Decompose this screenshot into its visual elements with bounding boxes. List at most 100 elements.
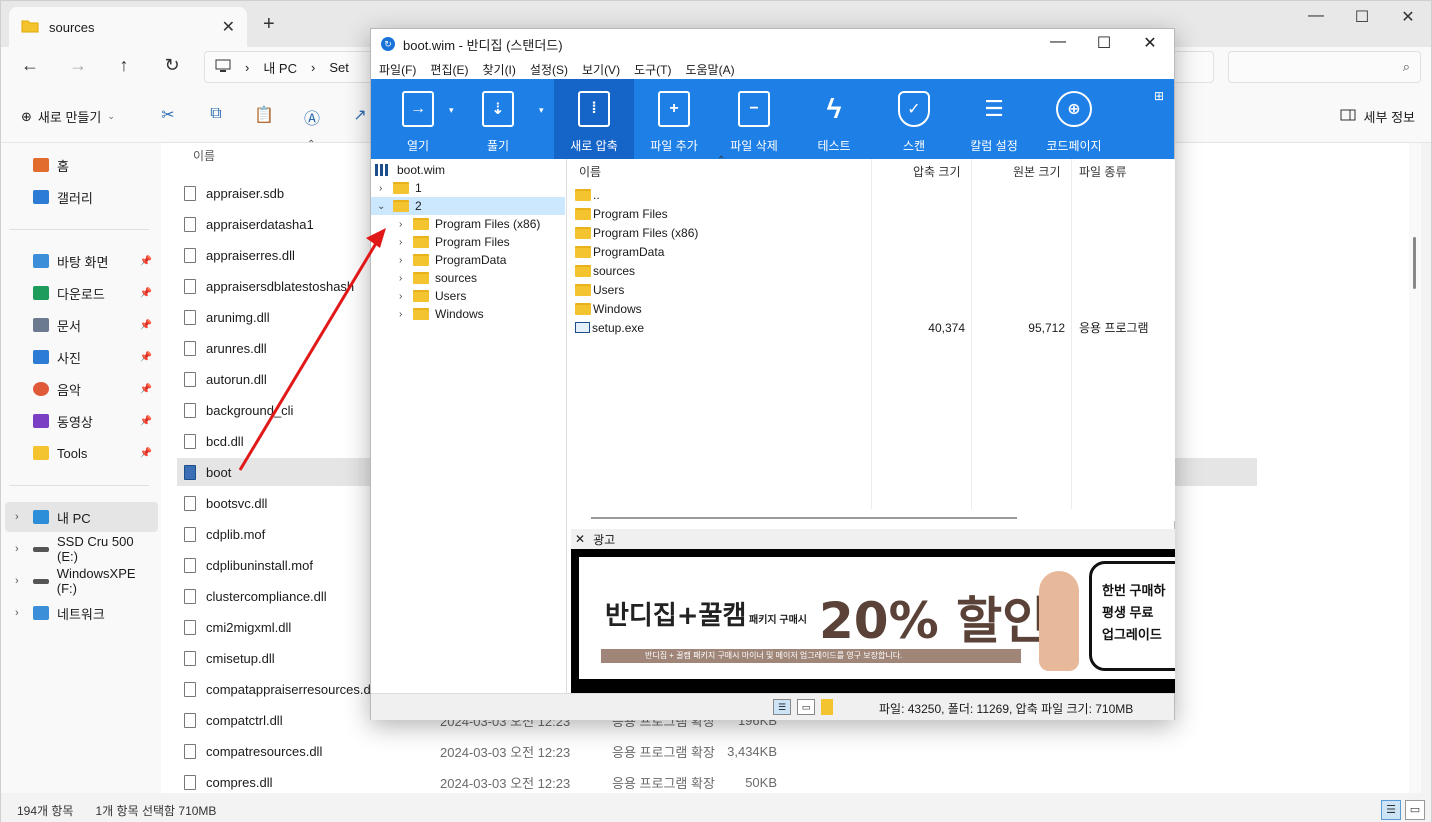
archive-list-row[interactable]: sources: [575, 261, 1171, 280]
sidebar-item-drive-f[interactable]: › WindowsXPE (F:): [5, 566, 158, 596]
sidebar-item-documents[interactable]: 문서 📌: [33, 310, 158, 340]
tree-node-2[interactable]: ⌄ 2: [371, 197, 565, 215]
tree-folder[interactable]: › Users: [371, 287, 565, 305]
sidebar-item-drive-e[interactable]: › SSD Cru 500 (E:): [5, 534, 158, 564]
delete-file-button[interactable]: − 파일 삭제: [719, 79, 789, 159]
sidebar-item-music[interactable]: 음악 📌: [33, 374, 158, 404]
refresh-icon[interactable]: ↻: [157, 55, 187, 76]
sidebar-item-videos[interactable]: 동영상 📌: [33, 406, 158, 436]
new-button[interactable]: ⊕ 새로 만들기 ⌄: [21, 107, 115, 126]
maximize-button[interactable]: ☐: [1081, 33, 1127, 53]
details-button[interactable]: 세부 정보: [1340, 107, 1415, 126]
sidebar-item-desktop[interactable]: 바탕 화면 📌: [33, 246, 158, 276]
menu-help[interactable]: 도움말(A): [685, 61, 734, 78]
open-button[interactable]: → 열기 ▾: [383, 79, 454, 159]
breadcrumb-next[interactable]: Set: [329, 60, 349, 75]
close-window-button[interactable]: ✕: [1127, 33, 1173, 53]
column-header-name[interactable]: 이름: [193, 147, 215, 164]
chevron-right-icon[interactable]: ›: [15, 511, 19, 523]
chevron-right-icon[interactable]: ›: [379, 183, 382, 194]
tree-folder[interactable]: › Program Files (x86): [371, 215, 565, 233]
close-window-button[interactable]: ✕: [1385, 7, 1431, 27]
rename-icon[interactable]: Ⓐ: [302, 105, 322, 128]
file-row[interactable]: compres.dll 2024-03-03 오전 12:23 응용 프로그램 확장…: [177, 768, 1257, 796]
chevron-right-icon[interactable]: ›: [399, 273, 402, 284]
archive-list-row[interactable]: Program Files: [575, 204, 1171, 223]
column-header-packed-size[interactable]: 압축 크기: [913, 163, 961, 180]
maximize-button[interactable]: ☐: [1339, 7, 1385, 27]
new-archive-button[interactable]: ⁞ 새로 압축: [554, 79, 634, 159]
search-box[interactable]: ⌕: [1228, 51, 1421, 83]
chevron-right-icon[interactable]: ›: [399, 237, 402, 248]
column-header-original-size[interactable]: 원본 크기: [1013, 163, 1061, 180]
horizontal-scrollbar[interactable]: [591, 517, 1017, 519]
archive-list-row[interactable]: ProgramData: [575, 242, 1171, 261]
folder-icon: [413, 272, 429, 284]
cut-icon[interactable]: ✂: [158, 105, 178, 125]
sidebar-item-this-pc[interactable]: › 내 PC: [5, 502, 158, 532]
tree-root[interactable]: boot.wim: [371, 161, 565, 179]
minimize-button[interactable]: —: [1293, 7, 1339, 25]
menu-view[interactable]: 보기(V): [582, 61, 620, 78]
file-row[interactable]: compatresources.dll 2024-03-03 오전 12:23 응용…: [177, 737, 1257, 765]
column-header-name[interactable]: 이름: [579, 163, 601, 180]
chevron-down-icon[interactable]: ⌄: [377, 201, 385, 212]
back-arrow-icon[interactable]: ←: [15, 55, 45, 76]
tree-folder[interactable]: › Windows: [371, 305, 565, 323]
tree-folder[interactable]: › sources: [371, 269, 565, 287]
column-header-file-type[interactable]: 파일 종류: [1079, 163, 1127, 180]
archive-list-row[interactable]: ..: [575, 185, 1171, 204]
tiles-view-icon[interactable]: ▭: [1405, 800, 1425, 820]
archive-list-row[interactable]: setup.exe 40,374 95,712 응용 프로그램: [575, 318, 1171, 337]
sidebar-item-network[interactable]: › 네트워크: [5, 598, 158, 628]
archive-list-row[interactable]: Program Files (x86): [575, 223, 1171, 242]
tree-folder[interactable]: › ProgramData: [371, 251, 565, 269]
chevron-right-icon[interactable]: ›: [399, 309, 402, 320]
sidebar-item-pictures[interactable]: 사진 📌: [33, 342, 158, 372]
minimize-button[interactable]: —: [1035, 33, 1081, 51]
tree-folder[interactable]: › Program Files: [371, 233, 565, 251]
chevron-right-icon[interactable]: ›: [15, 575, 19, 587]
menu-tools[interactable]: 도구(T): [634, 61, 671, 78]
up-arrow-icon[interactable]: ↑: [109, 55, 139, 76]
share-icon[interactable]: ↗: [350, 105, 370, 125]
details-view-icon[interactable]: ☰: [773, 699, 791, 715]
chevron-right-icon[interactable]: ›: [399, 255, 402, 266]
sidebar-item-tools[interactable]: Tools 📌: [33, 438, 158, 468]
scrollbar-thumb[interactable]: [1413, 237, 1416, 289]
menu-edit[interactable]: 편집(E): [430, 61, 468, 78]
details-view-icon[interactable]: ☰: [1381, 800, 1401, 820]
codepage-button[interactable]: ⊕ 코드페이지: [1039, 79, 1109, 159]
copy-icon[interactable]: ⧉: [206, 105, 226, 125]
chevron-right-icon[interactable]: ›: [399, 291, 402, 302]
sidebar-item-downloads[interactable]: 다운로드 📌: [33, 278, 158, 308]
add-file-button[interactable]: + 파일 추가: [639, 79, 709, 159]
archive-info-icon[interactable]: [821, 699, 833, 715]
close-tab-icon[interactable]: ✕: [222, 17, 235, 37]
breadcrumb-pc[interactable]: 내 PC: [263, 58, 297, 77]
tree-node-1[interactable]: › 1: [371, 179, 565, 197]
menu-find[interactable]: 찾기(I): [482, 61, 515, 78]
test-button[interactable]: ϟ 테스트: [799, 79, 869, 159]
vertical-scrollbar[interactable]: [1409, 143, 1421, 793]
chevron-down-icon[interactable]: ▾: [539, 105, 544, 116]
preview-view-icon[interactable]: ▭: [797, 699, 815, 715]
paste-icon[interactable]: 📋: [254, 105, 274, 125]
ad-banner[interactable]: 반디집+꿀캠 패키지 구매시 20% 할인 반디집 + 꿀캠 패키지 구매시 마…: [571, 549, 1175, 693]
layout-grid-icon[interactable]: ⊞: [1154, 89, 1164, 103]
tab-sources[interactable]: sources ✕: [9, 7, 247, 47]
extract-button[interactable]: ⇣ 풀기 ▾: [463, 79, 544, 159]
chevron-right-icon[interactable]: ›: [15, 607, 19, 619]
scan-button[interactable]: ✓ 스캔: [879, 79, 949, 159]
menu-file[interactable]: 파일(F): [379, 61, 416, 78]
close-ad-icon[interactable]: ✕: [575, 532, 585, 546]
new-tab-button[interactable]: +: [263, 13, 275, 36]
columns-button[interactable]: ☰ 칼럼 설정: [959, 79, 1029, 159]
archive-list-row[interactable]: Windows: [575, 299, 1171, 318]
archive-list-row[interactable]: Users: [575, 280, 1171, 299]
forward-arrow-icon[interactable]: →: [63, 55, 93, 76]
chevron-right-icon[interactable]: ›: [15, 543, 19, 555]
chevron-down-icon[interactable]: ▾: [449, 105, 454, 116]
menu-settings[interactable]: 설정(S): [530, 61, 568, 78]
chevron-right-icon[interactable]: ›: [399, 219, 402, 230]
